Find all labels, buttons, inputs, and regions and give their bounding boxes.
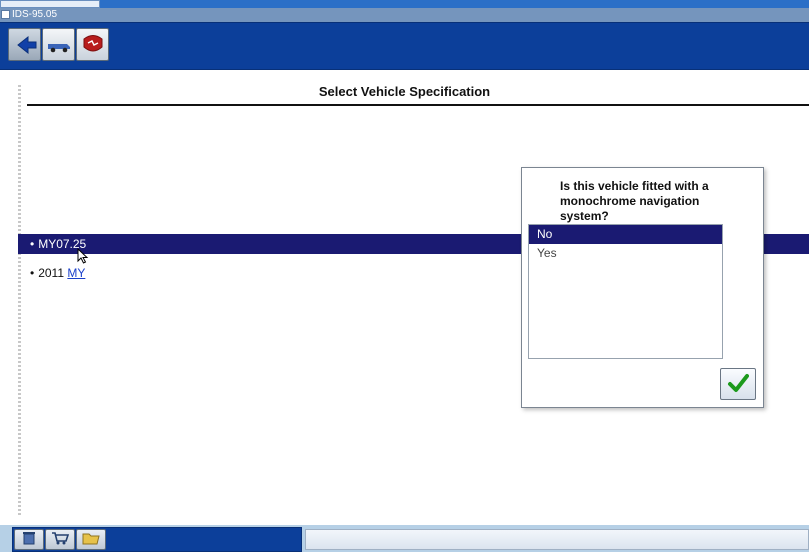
trash-icon: [19, 530, 39, 549]
spec-item-link-suffix[interactable]: MY: [67, 266, 85, 280]
check-icon: [727, 372, 749, 397]
diagnostics-button[interactable]: [76, 28, 109, 61]
open-folder-button[interactable]: [76, 529, 106, 550]
bottom-bar: [0, 525, 809, 552]
os-taskbar: [0, 0, 809, 8]
cart-icon: [50, 530, 70, 549]
option-item[interactable]: No: [529, 225, 722, 244]
vehicle-button[interactable]: [42, 28, 75, 61]
confirm-button[interactable]: [720, 368, 756, 400]
bullet-icon: •: [30, 237, 34, 251]
spec-item-label: MY07.25: [38, 237, 86, 251]
back-button[interactable]: [8, 28, 41, 61]
child-window-titlebar: IDS-95.05: [0, 8, 809, 22]
bullet-icon: •: [30, 266, 34, 280]
cart-button[interactable]: [45, 529, 75, 550]
waste-bin-button[interactable]: [14, 529, 44, 550]
truck-icon: [46, 34, 72, 56]
question-panel: Is this vehicle fitted with a monochrome…: [521, 167, 764, 408]
option-listbox[interactable]: No Yes: [528, 224, 723, 359]
page-title: Select Vehicle Specification: [319, 84, 490, 99]
workspace: Select Vehicle Specification • MY07.25 • 2…: [0, 70, 809, 525]
arrow-left-icon: [12, 34, 38, 56]
tree-gutter: [18, 85, 21, 515]
title-divider: [27, 104, 809, 106]
child-window-title: IDS-95.05: [12, 9, 57, 20]
red-badge-icon: [80, 33, 106, 57]
bottom-tool-tray: [12, 527, 302, 552]
taskbar-tab[interactable]: [0, 0, 100, 8]
main-toolbar: [0, 22, 809, 70]
status-strip: [305, 529, 809, 550]
question-prompt: Is this vehicle fitted with a monochrome…: [560, 179, 749, 224]
window-system-icon: [1, 10, 10, 19]
spec-item-label: 2011: [38, 266, 67, 280]
option-item[interactable]: Yes: [529, 244, 722, 263]
folder-open-icon: [81, 530, 101, 549]
